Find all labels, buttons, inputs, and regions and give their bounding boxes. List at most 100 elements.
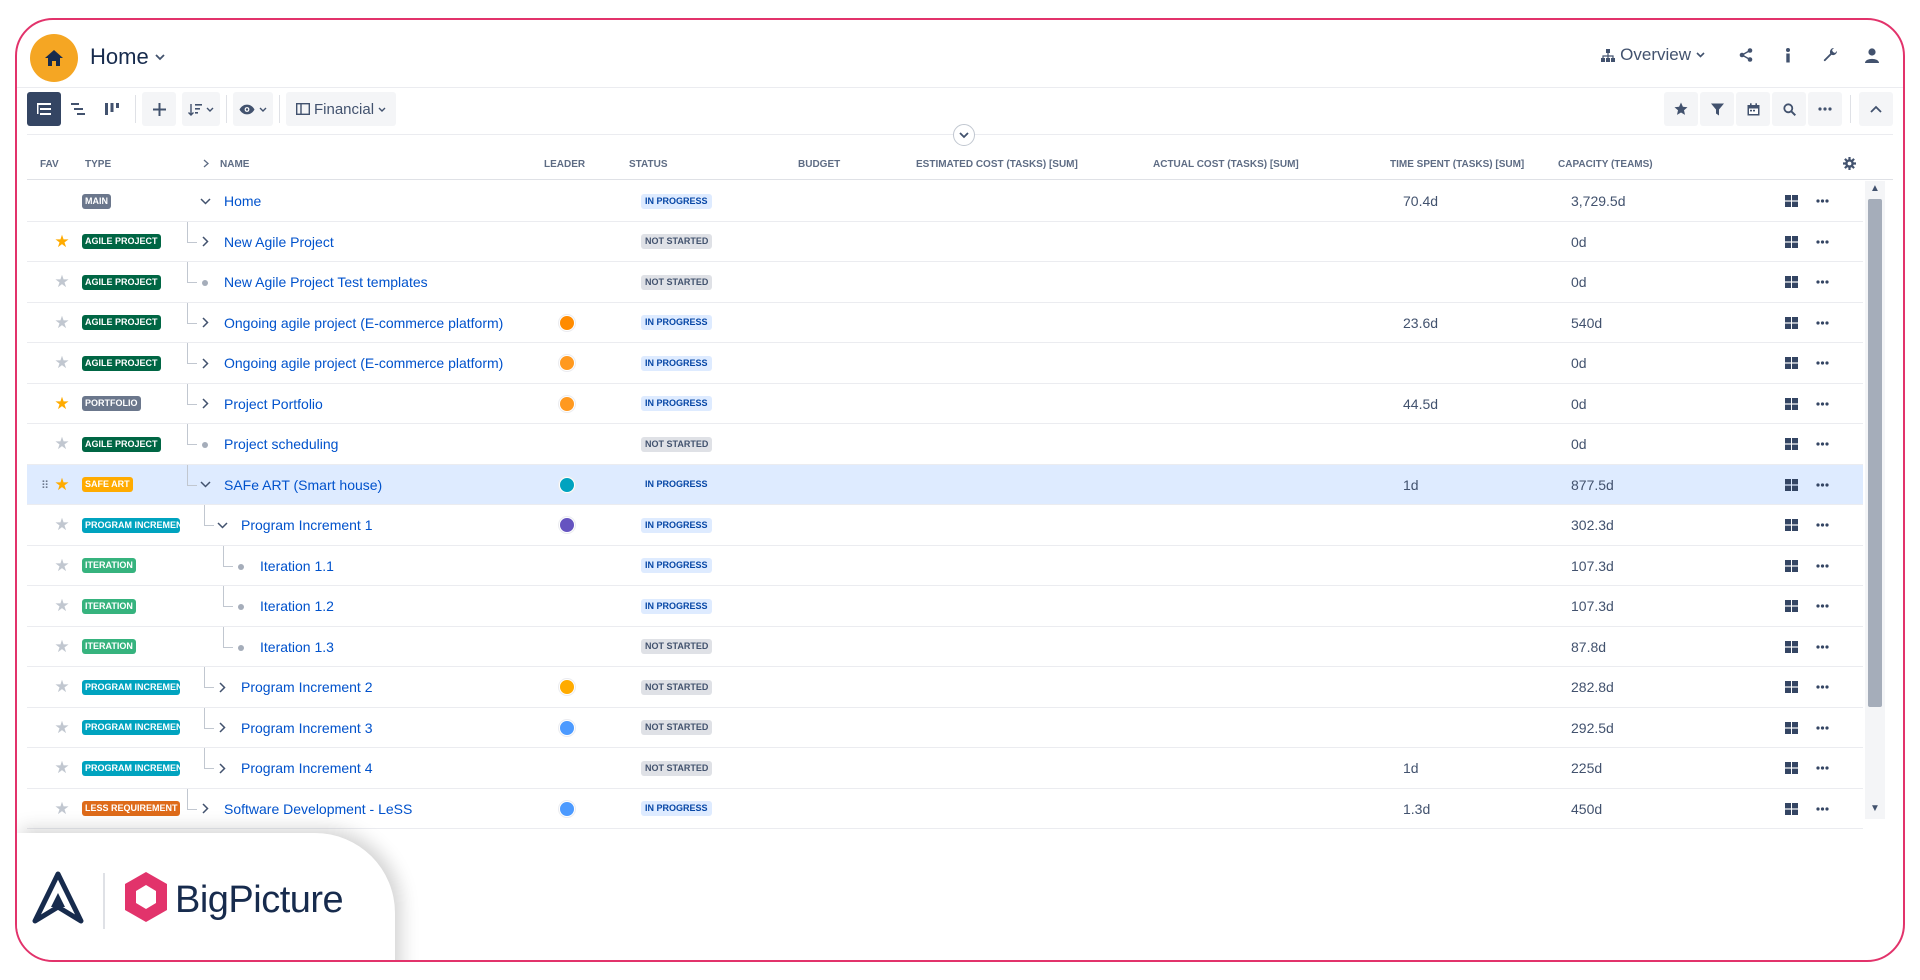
column-header-actual-cost[interactable]: ACTUAL COST (TASKS) [SUM] [1153,159,1299,170]
visibility-button[interactable] [233,92,273,126]
settings-button[interactable] [1813,38,1847,72]
item-name-link[interactable]: Software Development - LeSS [224,789,412,829]
item-name-link[interactable]: Project scheduling [224,424,338,464]
status-badge[interactable]: IN PROGRESS [641,193,712,209]
status-badge[interactable]: NOT STARTED [641,639,713,654]
status-badge[interactable]: NOT STARTED [641,234,713,249]
favorite-star-icon[interactable]: ★ [53,465,71,505]
scroll-thumb[interactable] [1868,199,1882,707]
collapse-toggle[interactable] [217,505,228,545]
wbs-view-button[interactable] [27,92,61,126]
expand-toggle[interactable] [202,789,209,829]
home-button[interactable] [30,34,78,82]
item-name-link[interactable]: Ongoing agile project (E-commerce platfo… [224,343,503,383]
grid-icon[interactable] [1785,640,1798,653]
grid-icon[interactable] [1785,357,1798,369]
favorite-star-icon[interactable]: ★ [53,262,71,302]
table-row[interactable]: ★ PROGRAM INCREMENT Program Increment 1 IN … [27,505,1863,546]
more-icon[interactable] [1816,523,1829,527]
grid-icon[interactable] [1785,478,1798,491]
table-row[interactable]: ★ AGILE PROJECT Ongoing agile project (E-c… [27,302,1863,343]
expand-toggle[interactable] [202,343,209,383]
user-button[interactable] [1855,38,1889,72]
avatar[interactable] [559,800,575,817]
avatar[interactable] [559,355,575,371]
info-button[interactable] [1771,38,1805,72]
avatar[interactable] [559,679,575,695]
item-name-link[interactable]: Iteration 1.1 [260,546,334,586]
more-icon[interactable] [1816,361,1829,365]
item-name-link[interactable]: Home [224,181,261,221]
table-row[interactable]: ★ AGILE PROJECT Ongoing agile project (E-c… [27,343,1863,384]
expand-toggle[interactable] [202,384,209,424]
item-name-link[interactable]: Program Increment 3 [241,708,373,748]
scroll-up-arrow[interactable]: ▲ [1869,183,1881,195]
status-badge[interactable]: IN PROGRESS [641,801,712,816]
avatar[interactable] [559,517,575,533]
drag-handle-icon[interactable]: ⠿ [41,479,49,492]
table-row[interactable]: ★ AGILE PROJECT New Agile Project NOT START… [27,221,1863,262]
table-row[interactable]: ★ ITERATION Iteration 1.2 IN PROGRESS 107.3d [27,586,1863,627]
status-badge[interactable]: IN PROGRESS [641,396,712,411]
sort-button[interactable] [182,92,220,126]
table-row[interactable]: ★ PROGRAM INCREMENT Program Increment 2 NOT… [27,667,1863,708]
scroll-down-arrow[interactable]: ▼ [1869,803,1881,815]
view-selector-dropdown[interactable]: Financial [286,92,397,126]
calendar-button[interactable] [1736,92,1770,126]
avatar[interactable] [559,314,575,331]
page-title[interactable]: Home [90,44,165,70]
item-name-link[interactable]: Iteration 1.3 [260,627,334,667]
grid-icon[interactable] [1785,235,1798,248]
avatar[interactable] [559,476,575,493]
grid-icon[interactable] [1785,519,1798,531]
grid-icon[interactable] [1785,438,1798,450]
status-badge[interactable]: IN PROGRESS [641,315,712,330]
table-row[interactable]: ★ AGILE PROJECT New Agile Project Test tem… [27,262,1863,303]
table-row[interactable]: ★ PROGRAM INCREMENT Program Increment 4 NOT… [27,748,1863,789]
favorite-star-icon[interactable]: ★ [53,789,71,829]
more-icon[interactable] [1816,482,1829,487]
column-header-fav[interactable]: FAV [40,159,59,170]
grid-scrollbar[interactable]: ▲ ▼ [1865,181,1885,819]
collapse-toggle[interactable] [200,181,211,221]
table-row[interactable]: MAIN Home IN PROGRESS 70.4d 3,729.5d [27,181,1863,222]
column-header-leader[interactable]: LEADER [544,159,585,170]
item-name-link[interactable]: Program Increment 4 [241,748,373,788]
grid-icon[interactable] [1785,397,1798,410]
table-row[interactable]: ★ PROGRAM INCREMENT Program Increment 3 NOT… [27,707,1863,748]
item-name-link[interactable]: Program Increment 1 [241,505,373,545]
more-toolbar-button[interactable] [1808,92,1842,126]
collapse-toggle[interactable] [200,465,211,505]
more-icon[interactable] [1816,239,1829,244]
item-name-link[interactable]: New Agile Project [224,222,334,262]
column-header-status[interactable]: STATUS [629,159,668,170]
status-badge[interactable]: IN PROGRESS [641,598,712,614]
chevron-right-icon[interactable] [203,159,209,168]
table-row[interactable]: ★ AGILE PROJECT Project scheduling NOT STAR… [27,424,1863,465]
search-button[interactable] [1772,92,1806,126]
avatar[interactable] [559,395,575,412]
status-badge[interactable]: IN PROGRESS [641,558,712,573]
share-button[interactable] [1729,38,1763,72]
favorites-filter-button[interactable] [1664,92,1698,126]
expand-toggle[interactable] [202,303,209,343]
favorite-star-icon[interactable]: ★ [53,384,71,424]
favorite-star-icon[interactable]: ★ [53,627,71,667]
gantt-view-button[interactable] [61,92,95,126]
item-name-link[interactable]: Project Portfolio [224,384,323,424]
more-icon[interactable] [1816,280,1829,284]
more-icon[interactable] [1816,806,1829,811]
item-name-link[interactable]: Ongoing agile project (E-commerce platfo… [224,303,503,343]
item-name-link[interactable]: Iteration 1.2 [260,586,334,626]
expand-toggle[interactable] [219,708,226,748]
status-badge[interactable]: IN PROGRESS [641,517,712,533]
more-icon[interactable] [1816,604,1829,608]
more-icon[interactable] [1816,644,1829,649]
expand-panel-toggle[interactable] [953,124,975,146]
grid-icon[interactable] [1785,559,1798,572]
favorite-star-icon[interactable]: ★ [53,424,71,464]
grid-icon[interactable] [1785,600,1798,612]
more-icon[interactable] [1816,199,1829,203]
board-view-button[interactable] [95,92,129,126]
favorite-star-icon[interactable]: ★ [53,667,71,707]
